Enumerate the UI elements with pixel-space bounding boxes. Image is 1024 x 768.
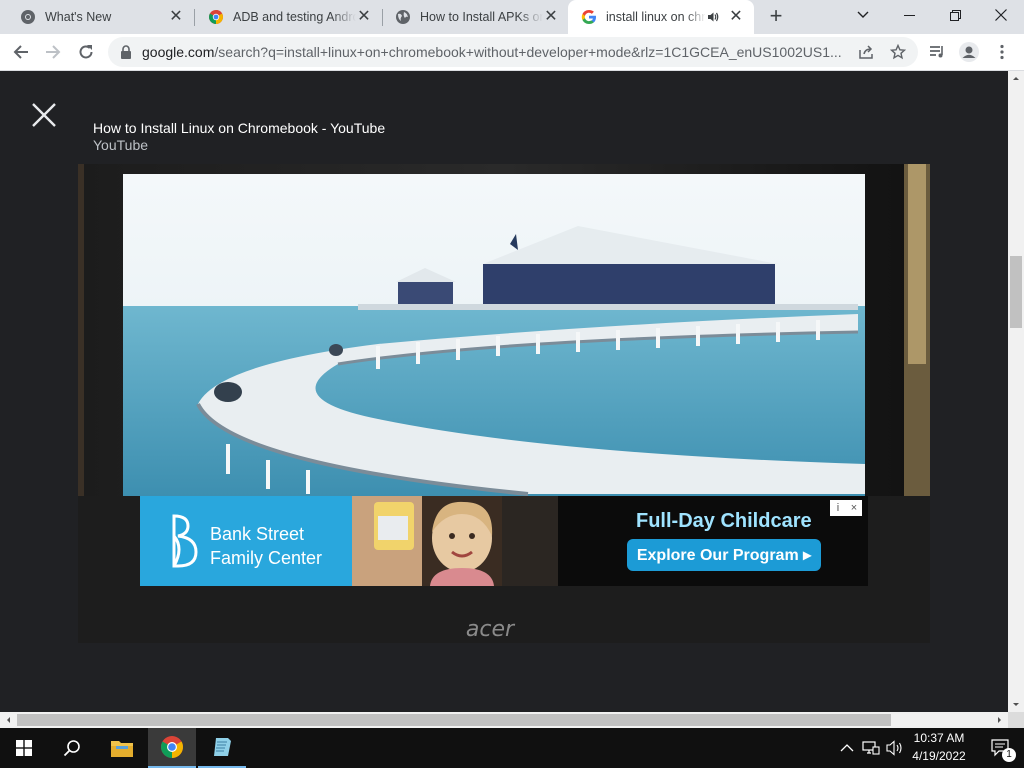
tab-close-icon[interactable]: ✕: [356, 9, 372, 25]
close-window-button[interactable]: [978, 0, 1024, 30]
reading-list-button[interactable]: [923, 38, 951, 66]
address-bar[interactable]: google.com/search?q=install+linux+on+chr…: [108, 37, 918, 67]
share-icon[interactable]: [858, 44, 874, 60]
tab-whats-new[interactable]: What's New ✕: [0, 0, 194, 34]
close-icon: [995, 9, 1007, 21]
ad-brand-line1: Bank Street: [210, 524, 305, 544]
network-icon[interactable]: [862, 741, 880, 755]
speaker-icon[interactable]: [706, 10, 720, 24]
tab-close-icon[interactable]: ✕: [728, 9, 744, 25]
start-button[interactable]: [0, 728, 48, 768]
notification-count-badge: 1: [1002, 748, 1016, 762]
result-title[interactable]: How to Install Linux on Chromebook - You…: [93, 120, 385, 136]
globe-icon: [396, 10, 410, 24]
kebab-menu-icon: [1000, 44, 1004, 60]
url-host: google.com: [142, 44, 215, 60]
tab-title: install linux on chr: [606, 10, 706, 24]
scroll-left-icon[interactable]: [3, 712, 13, 728]
windows-logo-icon: [16, 740, 32, 756]
restore-button[interactable]: [932, 0, 978, 30]
scroll-down-icon[interactable]: [1008, 700, 1024, 710]
tab-close-icon[interactable]: ✕: [543, 9, 559, 25]
chrome-menu-button[interactable]: [988, 38, 1016, 66]
scroll-up-icon[interactable]: [1008, 73, 1024, 83]
minimize-button[interactable]: [886, 0, 932, 30]
vertical-scrollbar[interactable]: [1008, 71, 1024, 712]
bank-street-logo-icon: [172, 514, 198, 568]
reload-icon: [79, 45, 93, 59]
notepad-icon: [214, 738, 231, 756]
forward-button[interactable]: [39, 38, 67, 66]
vertical-scroll-thumb[interactable]: [1010, 256, 1022, 328]
ad-brand-panel: Bank Street Family Center: [140, 496, 352, 586]
chrome-icon: [21, 10, 35, 24]
ad-child-photo: [352, 496, 558, 586]
profile-button[interactable]: [955, 38, 983, 66]
chrome-taskbar-button[interactable]: [148, 728, 196, 768]
tab-title: ADB and testing Andro: [233, 10, 356, 24]
forward-arrow-icon: [46, 45, 61, 59]
horizontal-scroll-thumb[interactable]: [17, 714, 891, 726]
ad-choices[interactable]: i ×: [830, 500, 862, 516]
search-icon: [63, 740, 80, 757]
search-button[interactable]: [48, 728, 96, 768]
ad-close-icon[interactable]: ×: [846, 500, 862, 516]
ad-info-icon[interactable]: i: [830, 500, 846, 516]
reload-button[interactable]: [72, 38, 100, 66]
minimize-icon: [903, 14, 915, 16]
volume-icon[interactable]: [886, 740, 904, 756]
back-arrow-icon: [13, 45, 28, 59]
image-preview-overlay: How to Install Linux on Chromebook - You…: [0, 71, 1008, 712]
clock-date[interactable]: 4/19/2022: [908, 749, 970, 763]
tab-title: What's New: [45, 10, 112, 24]
windows-taskbar: 10:37 AM 4/19/2022 1: [0, 728, 1024, 768]
close-preview-icon[interactable]: [30, 101, 58, 129]
result-source[interactable]: YouTube: [93, 137, 148, 153]
back-button[interactable]: [7, 38, 35, 66]
google-icon: [581, 10, 596, 24]
action-center-button[interactable]: 1: [978, 728, 1024, 768]
avatar-icon: [959, 42, 979, 62]
file-explorer-button[interactable]: [98, 728, 146, 768]
url-path: /search?q=install+linux+on+chromebook+wi…: [214, 44, 842, 60]
tab-search-button[interactable]: [840, 0, 886, 30]
laptop-brand-logo: acer: [466, 617, 516, 642]
horizontal-scrollbar[interactable]: [0, 712, 1008, 728]
tab-close-icon[interactable]: ✕: [168, 9, 184, 25]
clock-time[interactable]: 10:37 AM: [908, 731, 970, 745]
chrome-logo-icon: [161, 736, 183, 758]
show-hidden-icons-chevron-icon[interactable]: [840, 743, 854, 753]
url-text[interactable]: google.com/search?q=install+linux+on+chr…: [142, 44, 848, 60]
explore-program-button[interactable]: Explore Our Program ▸: [627, 539, 821, 571]
tab-strip: What's New ✕ ADB and testing Andro ✕ How…: [0, 0, 1024, 34]
tab-adb-testing[interactable]: ADB and testing Andro ✕: [188, 0, 382, 34]
media-queue-icon: [930, 46, 943, 58]
ad-brand-line2: Family Center: [210, 548, 323, 568]
new-tab-button[interactable]: +: [762, 5, 790, 29]
chevron-down-icon: [857, 11, 869, 18]
tab-install-apks[interactable]: How to Install APKs on ✕: [375, 0, 569, 34]
tab-title: How to Install APKs on: [420, 10, 543, 24]
banner-ad[interactable]: Bank Street Family Center Full-Day Child…: [140, 496, 868, 586]
lock-icon[interactable]: [120, 45, 132, 59]
browser-toolbar: google.com/search?q=install+linux+on+chr…: [0, 34, 1024, 71]
notepad-taskbar-button[interactable]: [198, 728, 246, 768]
restore-icon: [949, 9, 961, 21]
tab-install-linux[interactable]: install linux on chr ✕: [568, 0, 754, 34]
ad-headline: Full-Day Childcare: [636, 510, 812, 532]
chrome-colored-icon: [209, 9, 223, 24]
bookmark-star-icon[interactable]: [890, 44, 906, 60]
preview-image[interactable]: acer Bank Street Family Center Full-Day …: [78, 164, 930, 643]
folder-icon: [111, 741, 133, 757]
scroll-right-icon[interactable]: [995, 712, 1005, 728]
scrollbar-corner: [1008, 712, 1024, 728]
